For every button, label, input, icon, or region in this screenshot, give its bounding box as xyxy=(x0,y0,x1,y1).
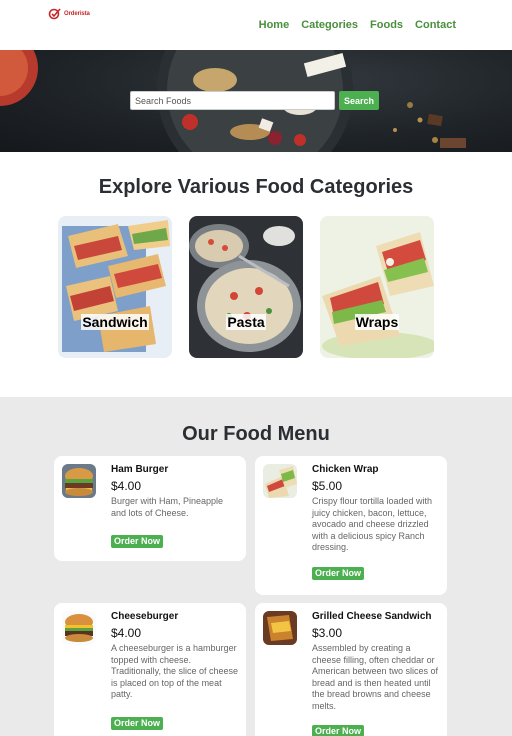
menu-title: Our Food Menu xyxy=(182,423,330,445)
category-grid: Sandwich Pasta Wraps xyxy=(58,216,434,358)
categories-section: Explore Various Food Categories Sandwich xyxy=(0,152,512,397)
order-now-button[interactable]: Order Now xyxy=(111,716,164,730)
ham-burger-image xyxy=(62,464,96,498)
search-bar: Search xyxy=(130,91,380,110)
menu-item-price: $4.00 xyxy=(111,626,142,640)
menu-card: Ham Burger $4.00 Burger with Ham, Pineap… xyxy=(54,456,246,561)
grilled-cheese-image xyxy=(263,611,297,645)
category-card-sandwich[interactable]: Sandwich xyxy=(58,216,172,358)
site-header: Orderista Home Categories Foods Contact xyxy=(0,0,512,50)
search-button[interactable]: Search xyxy=(339,91,380,110)
menu-item-name: Chicken Wrap xyxy=(312,464,379,475)
menu-item-name: Grilled Cheese Sandwich xyxy=(312,611,432,622)
menu-card: Cheeseburger $4.00 A cheeseburger is a h… xyxy=(54,603,246,736)
order-now-button[interactable]: Order Now xyxy=(111,535,164,548)
menu-item-price: $4.00 xyxy=(111,479,142,493)
nav-contact[interactable]: Contact xyxy=(415,19,456,31)
category-card-pasta[interactable]: Pasta xyxy=(189,216,303,358)
menu-item-price: $5.00 xyxy=(312,479,343,493)
menu-item-description: Assembled by creating a cheese filling, … xyxy=(312,643,439,711)
search-input[interactable] xyxy=(130,91,335,110)
logo-icon xyxy=(48,8,61,20)
menu-item-body: Cheeseburger $4.00 A cheeseburger is a h… xyxy=(111,611,239,731)
category-label-wraps: Wraps xyxy=(354,314,400,330)
category-label-pasta: Pasta xyxy=(226,314,266,330)
cheeseburger-image xyxy=(62,611,96,645)
menu-section: Our Food Menu Ham Burger $4.00 Burger wi… xyxy=(0,397,512,736)
menu-item-body: Ham Burger $4.00 Burger with Ham, Pineap… xyxy=(111,464,239,549)
menu-item-body: Grilled Cheese Sandwich $3.00 Assembled … xyxy=(312,611,440,736)
menu-item-description: A cheeseburger is a hamburger topped wit… xyxy=(111,643,239,699)
nav-foods[interactable]: Foods xyxy=(370,19,403,31)
menu-item-name: Ham Burger xyxy=(111,464,169,475)
menu-item-name: Cheeseburger xyxy=(111,611,179,622)
order-now-button[interactable]: Order Now xyxy=(312,566,365,580)
nav-home[interactable]: Home xyxy=(259,19,290,31)
main-nav: Home Categories Foods Contact xyxy=(259,19,456,31)
brand-logo[interactable]: Orderista xyxy=(48,8,90,20)
category-card-wraps[interactable]: Wraps xyxy=(320,216,434,358)
hero-banner: Search xyxy=(0,50,512,152)
menu-item-price: $3.00 xyxy=(312,626,343,640)
order-now-button[interactable]: Order Now xyxy=(312,725,365,736)
menu-item-description: Burger with Ham, Pineapple and lots of C… xyxy=(111,496,224,518)
nav-categories[interactable]: Categories xyxy=(301,19,358,31)
menu-item-description: Crispy flour tortilla loaded with juicy … xyxy=(312,496,433,552)
wrap-image xyxy=(320,216,434,358)
sandwich-image xyxy=(58,216,172,358)
category-label-sandwich: Sandwich xyxy=(81,314,149,330)
categories-title: Explore Various Food Categories xyxy=(98,176,414,198)
brand-name: Orderista xyxy=(64,11,90,17)
chicken-wrap-image xyxy=(263,464,297,498)
menu-item-body: Chicken Wrap $5.00 Crispy flour tortilla… xyxy=(312,464,440,581)
pasta-image xyxy=(189,216,303,358)
menu-card: Chicken Wrap $5.00 Crispy flour tortilla… xyxy=(255,456,447,595)
menu-card: Grilled Cheese Sandwich $3.00 Assembled … xyxy=(255,603,447,736)
